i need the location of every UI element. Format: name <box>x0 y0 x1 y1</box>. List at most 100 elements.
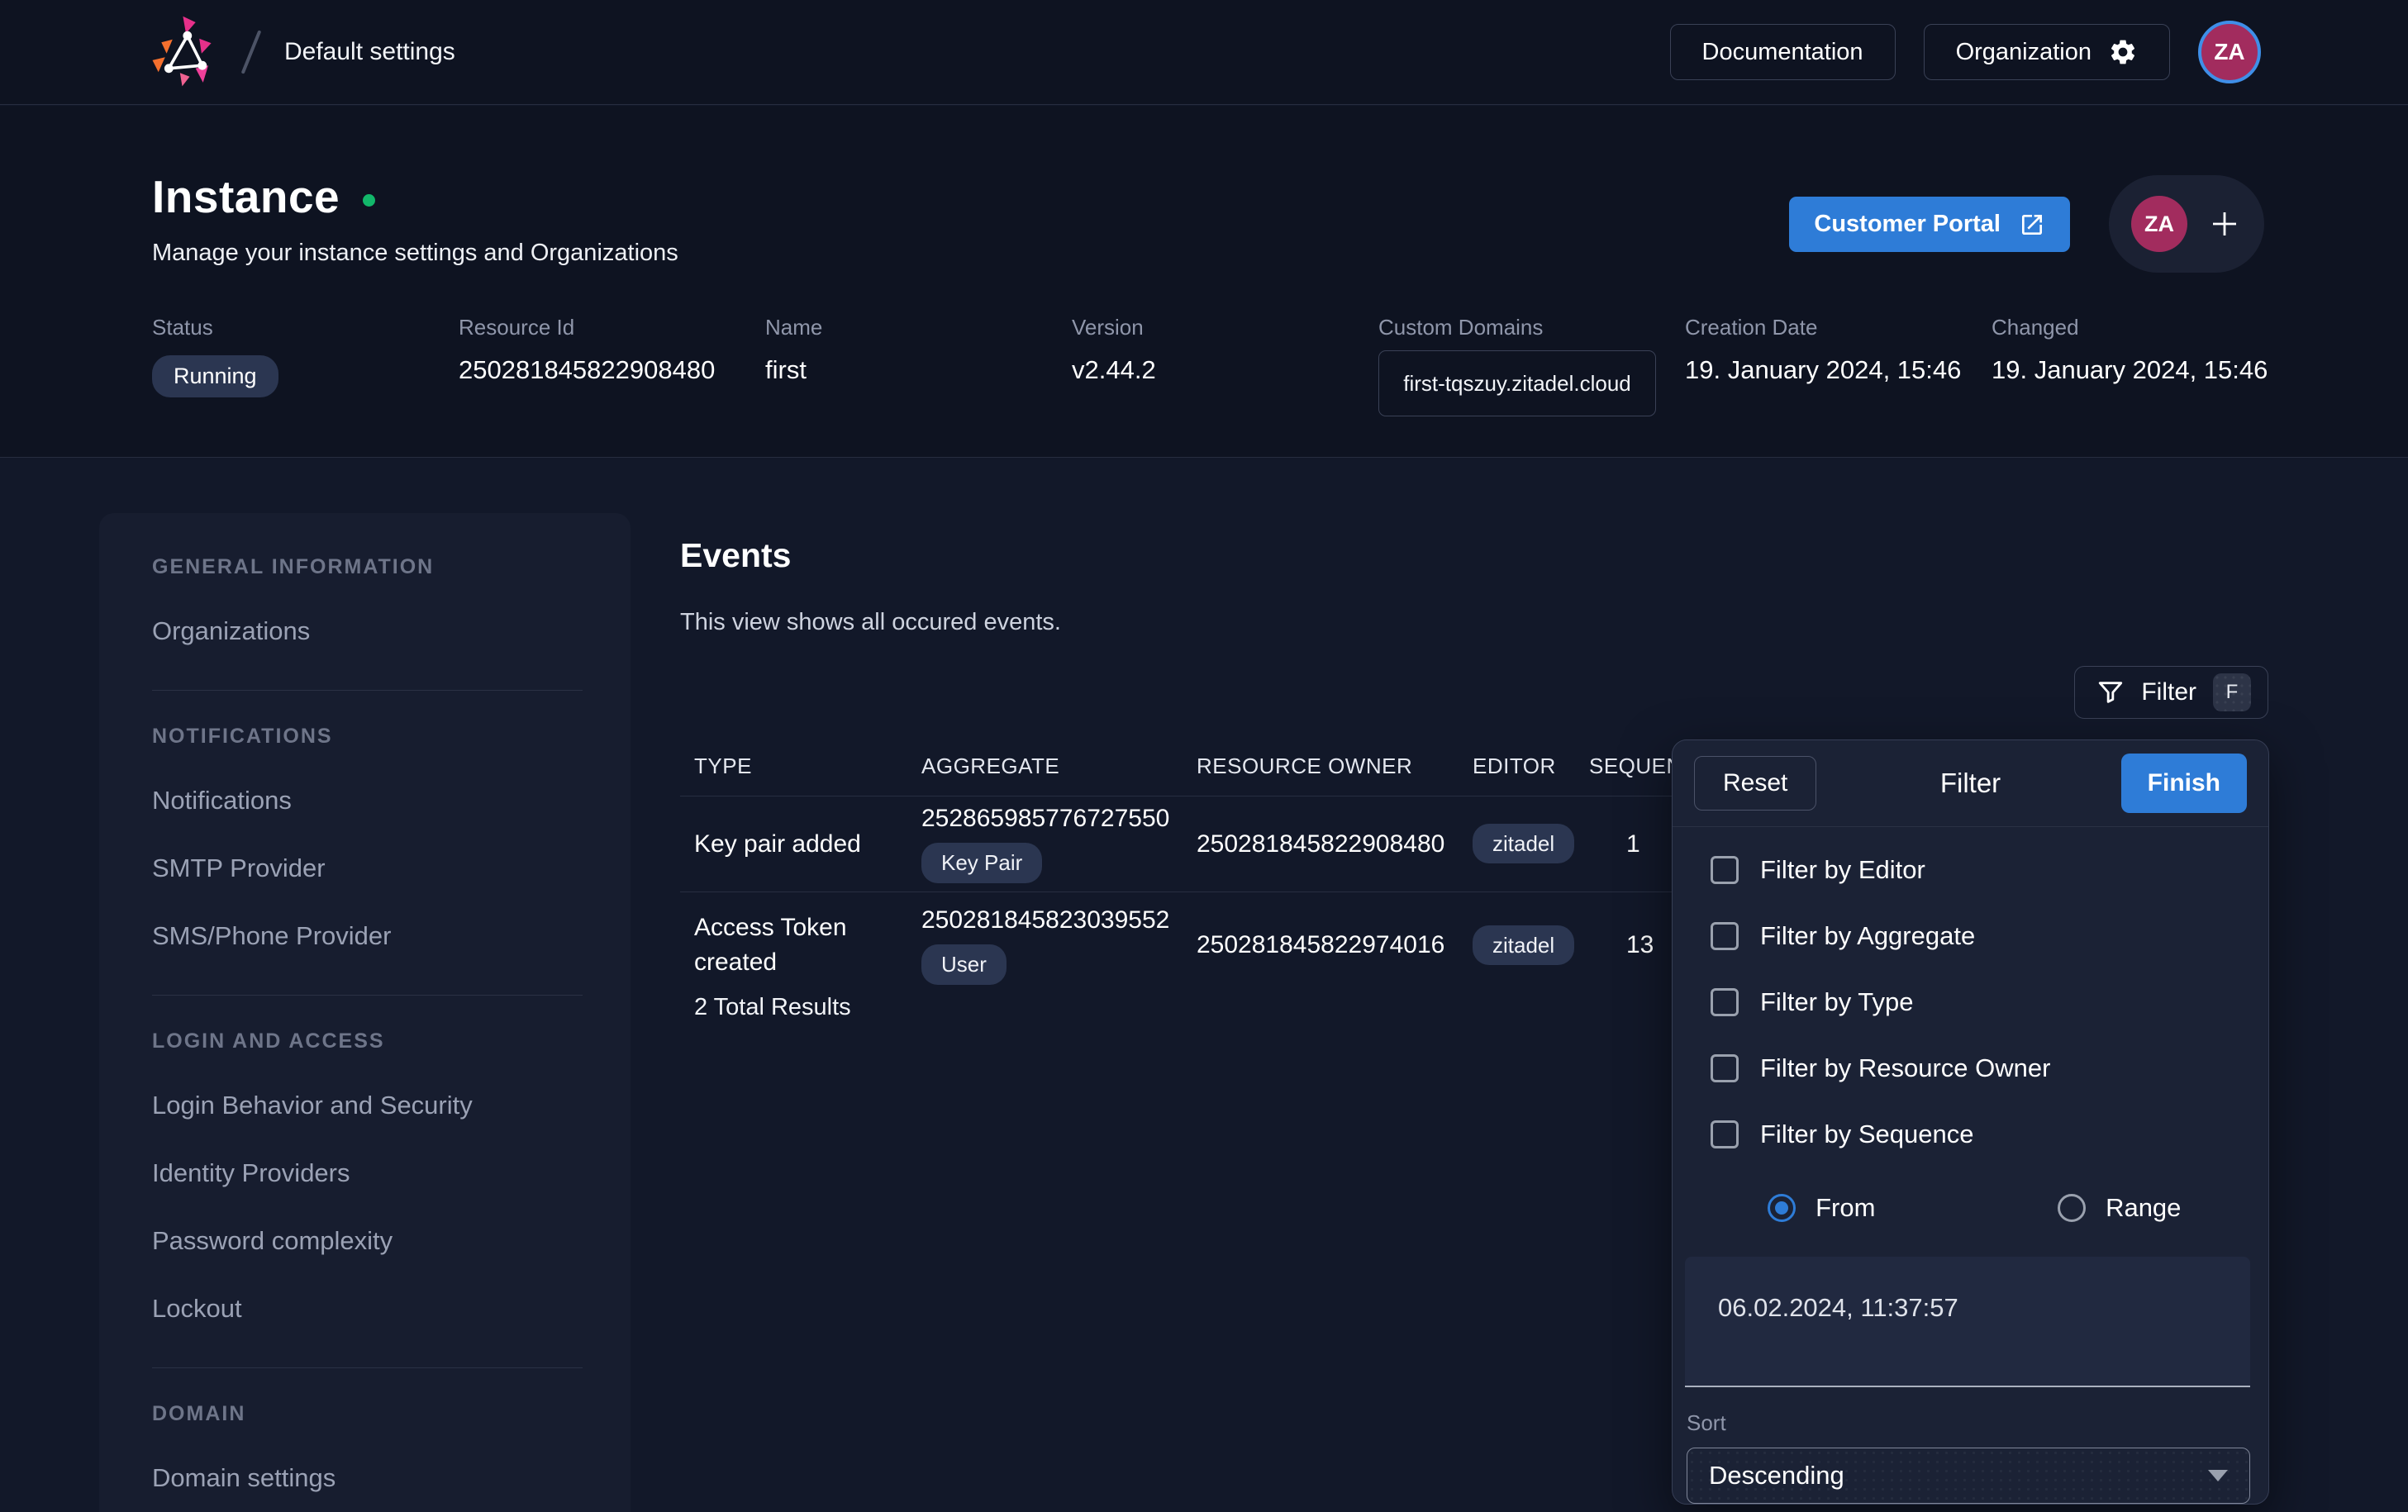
filter-by-aggregate-option[interactable]: Filter by Aggregate <box>1711 903 2268 969</box>
aggregate-type-badge: Key Pair <box>921 843 1042 883</box>
meta-custom-domains-label: Custom Domains <box>1378 315 1685 340</box>
filter-by-type-label: Filter by Type <box>1760 987 1914 1017</box>
filter-panel: Reset Filter Finish Filter by Editor Fil… <box>1672 739 2269 1505</box>
radio-selected-icon <box>1768 1194 1796 1222</box>
documentation-button[interactable]: Documentation <box>1670 24 1896 80</box>
instance-avatar: ZA <box>2131 196 2187 252</box>
instance-title-row: Instance <box>152 170 375 223</box>
status-badge: Running <box>152 355 278 397</box>
sidebar-item-lockout[interactable]: Lockout <box>152 1293 583 1324</box>
sidebar-divider <box>152 690 583 691</box>
event-type: Access Token created <box>680 911 921 980</box>
sidebar-section-login-access: LOGIN AND ACCESS <box>152 1029 583 1053</box>
date-input[interactable]: 06.02.2024, 11:37:57 <box>1685 1257 2250 1387</box>
checkbox-icon <box>1711 1120 1739 1148</box>
radio-unselected-icon <box>2058 1194 2086 1222</box>
aggregate-type-badge: User <box>921 944 1007 985</box>
filter-by-editor-label: Filter by Editor <box>1760 855 1925 885</box>
customer-portal-label: Customer Portal <box>1814 211 2001 238</box>
filter-by-sequence-label: Filter by Sequence <box>1760 1120 1973 1149</box>
documentation-button-label: Documentation <box>1702 39 1863 66</box>
instance-avatar-group[interactable]: ZA <box>2109 175 2264 273</box>
filter-by-aggregate-label: Filter by Aggregate <box>1760 921 1975 951</box>
meta-resource-id-value: 250281845822908480 <box>459 355 765 385</box>
events-description: This view shows all occured events. <box>680 609 1061 636</box>
meta-creation-date-label: Creation Date <box>1685 315 1992 340</box>
meta-name: Name first <box>765 315 1072 416</box>
meta-creation-date: Creation Date 19. January 2024, 15:46 <box>1685 315 1992 416</box>
organization-button[interactable]: Organization <box>1924 24 2170 80</box>
checkbox-icon <box>1711 988 1739 1016</box>
sidebar-divider <box>152 995 583 996</box>
sidebar-item-smtp-provider[interactable]: SMTP Provider <box>152 853 583 884</box>
meta-version: Version v2.44.2 <box>1072 315 1378 416</box>
filter-by-sequence-option[interactable]: Filter by Sequence <box>1711 1101 2268 1167</box>
meta-changed-label: Changed <box>1992 315 2298 340</box>
filter-panel-header: Reset Filter Finish <box>1673 740 2268 827</box>
sidebar-section-general: GENERAL INFORMATION <box>152 554 583 579</box>
user-avatar[interactable]: ZA <box>2198 21 2261 83</box>
sequence-mode-radios: From Range <box>1673 1176 2268 1240</box>
total-results: 2 Total Results <box>694 994 851 1021</box>
sort-dropdown[interactable]: Descending <box>1687 1448 2250 1504</box>
breadcrumb-separator <box>241 30 262 74</box>
meta-version-label: Version <box>1072 315 1378 340</box>
reset-button[interactable]: Reset <box>1694 756 1816 811</box>
topbar: Default settings Documentation Organizat… <box>0 0 2408 105</box>
sidebar-item-identity-providers[interactable]: Identity Providers <box>152 1158 583 1189</box>
event-type: Key pair added <box>680 827 921 862</box>
zitadel-console: Default settings Documentation Organizat… <box>0 0 2408 1512</box>
filter-by-resource-owner-option[interactable]: Filter by Resource Owner <box>1711 1035 2268 1101</box>
sidebar-item-organizations[interactable]: Organizations <box>152 616 583 647</box>
meta-resource-id: Resource Id 250281845822908480 <box>459 315 765 416</box>
editor-badge: zitadel <box>1473 925 1574 965</box>
zitadel-logo-icon[interactable] <box>147 15 225 89</box>
meta-changed: Changed 19. January 2024, 15:46 <box>1992 315 2298 416</box>
aggregate-id: 250281845823039552 <box>921 906 1169 934</box>
meta-status: Status Running <box>152 315 459 416</box>
page-title: Instance <box>152 170 340 223</box>
breadcrumb: Default settings <box>284 38 455 66</box>
filter-button[interactable]: Filter F <box>2074 666 2268 719</box>
meta-changed-value: 19. January 2024, 15:46 <box>1992 355 2298 385</box>
meta-name-value: first <box>765 355 1072 385</box>
meta-status-label: Status <box>152 315 459 340</box>
filter-by-resource-owner-label: Filter by Resource Owner <box>1760 1053 2050 1083</box>
radio-range[interactable]: Range <box>1971 1176 2269 1240</box>
sidebar-item-notifications[interactable]: Notifications <box>152 785 583 816</box>
sidebar-item-password-complexity[interactable]: Password complexity <box>152 1225 583 1257</box>
sidebar-item-login-behavior[interactable]: Login Behavior and Security <box>152 1090 583 1121</box>
editor-badge: zitadel <box>1473 824 1574 863</box>
customer-portal-button[interactable]: Customer Portal <box>1789 197 2070 252</box>
organization-button-label: Organization <box>1956 39 2092 66</box>
meta-custom-domains: Custom Domains first-tqszuy.zitadel.clou… <box>1378 315 1685 416</box>
sidebar-section-domain: DOMAIN <box>152 1401 583 1426</box>
sort-dropdown-value: Descending <box>1709 1461 1844 1491</box>
event-aggregate: 250281845823039552 User <box>921 906 1197 985</box>
custom-domain-chip[interactable]: first-tqszuy.zitadel.cloud <box>1378 350 1656 416</box>
column-header-type: TYPE <box>680 754 921 779</box>
column-header-resource-owner: RESOURCE OWNER <box>1197 754 1473 779</box>
checkbox-icon <box>1711 856 1739 884</box>
checkbox-icon <box>1711 1054 1739 1082</box>
aggregate-id: 252865985776727550 <box>921 805 1169 833</box>
filter-by-editor-option[interactable]: Filter by Editor <box>1711 837 2268 903</box>
meta-creation-date-value: 19. January 2024, 15:46 <box>1685 355 1992 385</box>
topbar-actions: Documentation Organization ZA <box>1670 21 2262 83</box>
chevron-down-icon <box>2208 1470 2228 1481</box>
external-link-icon <box>2019 212 2045 238</box>
sidebar-item-sms-phone-provider[interactable]: SMS/Phone Provider <box>152 920 583 952</box>
finish-button[interactable]: Finish <box>2121 754 2247 813</box>
content-area: GENERAL INFORMATION Organizations NOTIFI… <box>0 459 2408 1512</box>
instance-meta-row: Status Running Resource Id 2502818458229… <box>152 315 2309 416</box>
sidebar-section-notifications: NOTIFICATIONS <box>152 724 583 749</box>
filter-button-label: Filter <box>2141 678 2196 706</box>
status-green-dot <box>363 194 375 207</box>
filter-by-type-option[interactable]: Filter by Type <box>1711 969 2268 1035</box>
filter-shortcut-badge: F <box>2213 673 2251 711</box>
sidebar-item-domain-settings[interactable]: Domain settings <box>152 1462 583 1494</box>
page-subtitle: Manage your instance settings and Organi… <box>152 240 678 267</box>
radio-from[interactable]: From <box>1673 1176 1971 1240</box>
user-avatar-initials: ZA <box>2214 39 2244 65</box>
gear-icon <box>2108 37 2138 67</box>
